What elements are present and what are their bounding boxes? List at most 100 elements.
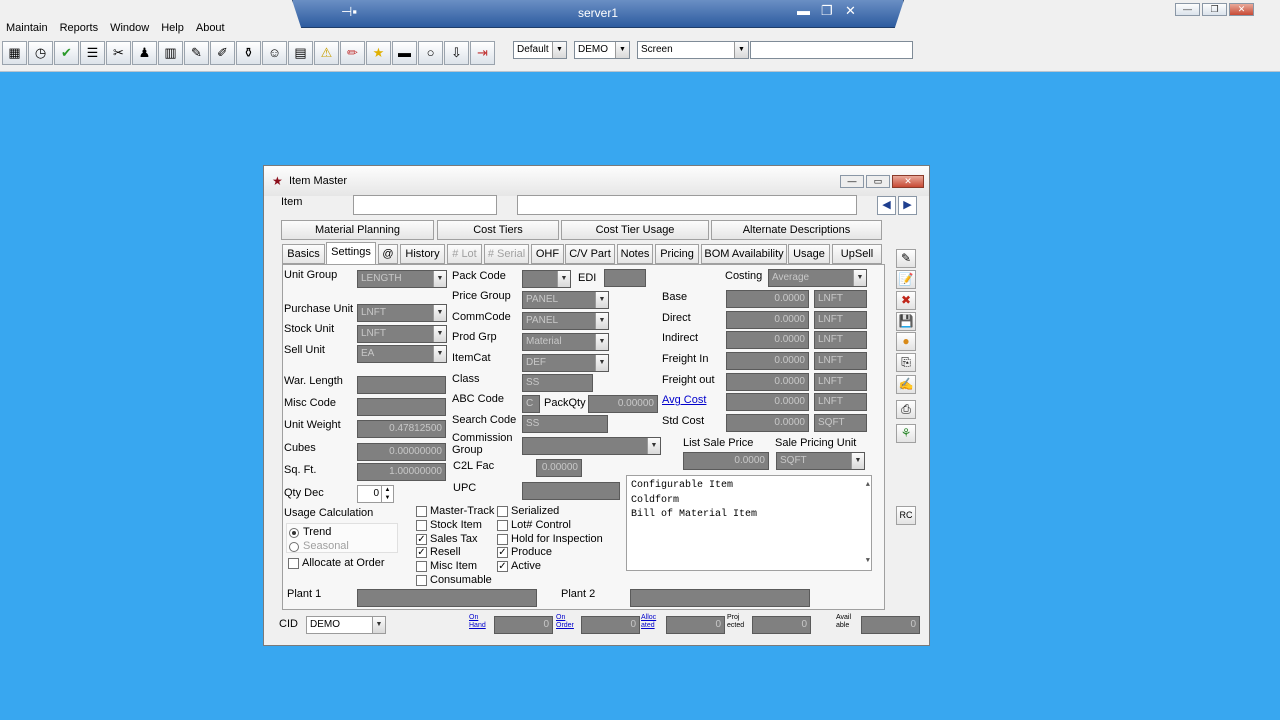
price-group-select[interactable]: PANEL ▼ — [522, 291, 609, 309]
edi-field[interactable] — [604, 269, 646, 287]
user-icon[interactable]: ♟ — [132, 41, 157, 65]
purchase-unit-select[interactable]: LNFT ▼ — [357, 304, 447, 322]
stock-label-allocated[interactable]: Alloc ated — [641, 614, 656, 630]
copy-icon[interactable]: ⎘ — [896, 353, 916, 372]
layout-select[interactable]: Default ▼ — [513, 41, 567, 59]
save-icon[interactable]: 💾 — [896, 312, 916, 331]
tab-cost-tiers[interactable]: Cost Tiers — [437, 220, 559, 240]
tab-history[interactable]: History — [400, 244, 445, 264]
commission-group-select[interactable]: ▼ — [522, 437, 661, 455]
cost-unit-field[interactable]: LNFT — [814, 373, 867, 391]
edit-doc-icon[interactable]: 📝 — [896, 270, 916, 289]
sqft-field[interactable]: 1.00000000 — [357, 463, 446, 481]
abc-code-field[interactable]: C — [522, 395, 540, 413]
menu-about[interactable]: About — [190, 19, 231, 37]
checks_a-checkbox-sales-tax[interactable]: ✓ Sales Tax — [416, 533, 478, 545]
chart-icon[interactable]: ▥ — [158, 41, 183, 65]
list-icon[interactable]: ☰ — [80, 41, 105, 65]
clock-icon[interactable]: ◷ — [28, 41, 53, 65]
minimize-icon[interactable]: ▬ — [797, 3, 810, 18]
c2l-fac-field[interactable]: 0.00000 — [536, 459, 582, 477]
prod-grp-select[interactable]: Material ▼ — [522, 333, 609, 351]
cost-value-field[interactable]: 0.0000 — [726, 290, 809, 308]
sale-pricing-unit-select[interactable]: SQFT ▼ — [776, 452, 865, 470]
minimize-button[interactable]: — — [1175, 3, 1200, 16]
tab-basics[interactable]: Basics — [282, 244, 325, 264]
menu-window[interactable]: Window — [104, 19, 155, 37]
checks_a-checkbox-consumable[interactable]: Consumable — [416, 574, 492, 586]
cost-unit-field[interactable]: LNFT — [814, 393, 867, 411]
attachment-icon[interactable]: ● — [896, 332, 916, 351]
new-icon[interactable]: ✎ — [896, 249, 916, 268]
checks_b-checkbox-active[interactable]: ✓ Active — [497, 560, 541, 573]
tab-notes[interactable]: Notes — [617, 244, 653, 264]
cid-select[interactable]: DEMO ▼ — [306, 616, 386, 634]
cost-unit-field[interactable]: LNFT — [814, 352, 867, 370]
cost-unit-field[interactable]: LNFT — [814, 311, 867, 329]
calendar-icon[interactable]: ▦ — [2, 41, 27, 65]
war-length-field[interactable] — [357, 376, 446, 394]
checks_b-checkbox-serialized[interactable]: Serialized — [497, 505, 559, 517]
stock-value-field[interactable]: 0 — [494, 616, 553, 634]
edit2-icon[interactable]: ✐ — [210, 41, 235, 65]
stock-value-field[interactable]: 0 — [861, 616, 920, 634]
delete-icon[interactable]: ✖ — [896, 291, 916, 310]
checks_a-checkbox-resell[interactable]: ✓ Resell — [416, 546, 461, 559]
tools-icon[interactable]: ✂ — [106, 41, 131, 65]
notepad-icon[interactable]: ▤ — [288, 41, 313, 65]
menu-help[interactable]: Help — [155, 19, 190, 37]
checks_b-checkbox-hold-for-inspection[interactable]: Hold for Inspection — [497, 533, 603, 545]
restore-icon[interactable]: ❐ — [821, 3, 833, 19]
plant1-field[interactable] — [357, 589, 537, 607]
tree-icon[interactable]: ⚘ — [896, 424, 916, 443]
unit-weight-field[interactable]: 0.47812500 — [357, 420, 446, 438]
spinner-icon[interactable]: ▲ ▼ — [381, 486, 393, 502]
close-icon[interactable]: ✕ — [845, 3, 856, 19]
menu-maintain[interactable]: Maintain — [0, 19, 54, 37]
upc-field[interactable] — [522, 482, 620, 500]
cost-value-field[interactable]: 0.0000 — [726, 414, 809, 432]
list-sale-price-field[interactable]: 0.0000 — [683, 452, 769, 470]
trend-radio[interactable]: Trend — [289, 526, 331, 538]
company-select[interactable]: DEMO ▼ — [574, 41, 630, 59]
jar-icon[interactable]: ⚱ — [236, 41, 261, 65]
comm-code-select[interactable]: PANEL ▼ — [522, 312, 609, 330]
cost-label-avg-cost[interactable]: Avg Cost — [662, 394, 706, 406]
next-item-button[interactable]: ▶ — [898, 196, 917, 215]
rc-button[interactable]: RC — [896, 506, 916, 525]
tab--serial[interactable]: # Serial — [484, 244, 529, 264]
plant2-field[interactable] — [630, 589, 810, 607]
cubes-field[interactable]: 0.00000000 — [357, 443, 446, 461]
tab-upsell[interactable]: UpSell — [832, 244, 882, 264]
pack-qty-field[interactable]: 0.00000 — [588, 395, 658, 413]
item-input[interactable] — [353, 195, 497, 215]
checks_a-checkbox-master-track[interactable]: Master-Track — [416, 505, 494, 517]
check-icon[interactable]: ✔ — [54, 41, 79, 65]
cost-value-field[interactable]: 0.0000 — [726, 352, 809, 370]
checks_b-checkbox-lot-control[interactable]: Lot# Control — [497, 519, 571, 531]
restore-button[interactable]: ❐ — [1202, 3, 1227, 16]
maximize-button[interactable]: ▭ — [866, 175, 890, 188]
close-button[interactable]: ✕ — [892, 175, 924, 188]
cost-unit-field[interactable]: LNFT — [814, 290, 867, 308]
command-input[interactable] — [750, 41, 913, 59]
seasonal-radio[interactable]: Seasonal — [289, 540, 349, 552]
item-notes-box[interactable]: Configurable Item Coldform Bill of Materia… — [626, 475, 872, 571]
tab-alternate-descriptions[interactable]: Alternate Descriptions — [711, 220, 882, 240]
checks_a-checkbox-stock-item[interactable]: Stock Item — [416, 519, 482, 531]
pack-code-select[interactable]: ▼ — [522, 270, 571, 288]
tab-bom-availability[interactable]: BOM Availability — [701, 244, 787, 264]
tab-pricing[interactable]: Pricing — [655, 244, 699, 264]
star-icon[interactable]: ★ — [366, 41, 391, 65]
scroll-down-icon[interactable]: ▼ — [866, 554, 870, 569]
stock-value-field[interactable]: 0 — [752, 616, 811, 634]
allocate-at-order-checkbox[interactable]: Allocate at Order — [288, 557, 385, 569]
chat-icon[interactable]: ☺ — [262, 41, 287, 65]
checks_b-checkbox-produce[interactable]: ✓ Produce — [497, 546, 552, 559]
costing-method-select[interactable]: Average ▼ — [768, 269, 867, 287]
tab-ohf[interactable]: OHF — [531, 244, 564, 264]
tab-c-v-part[interactable]: C/V Part — [565, 244, 615, 264]
cost-unit-field[interactable]: SQFT — [814, 414, 867, 432]
warning-icon[interactable]: ⚠ — [314, 41, 339, 65]
cost-value-field[interactable]: 0.0000 — [726, 331, 809, 349]
